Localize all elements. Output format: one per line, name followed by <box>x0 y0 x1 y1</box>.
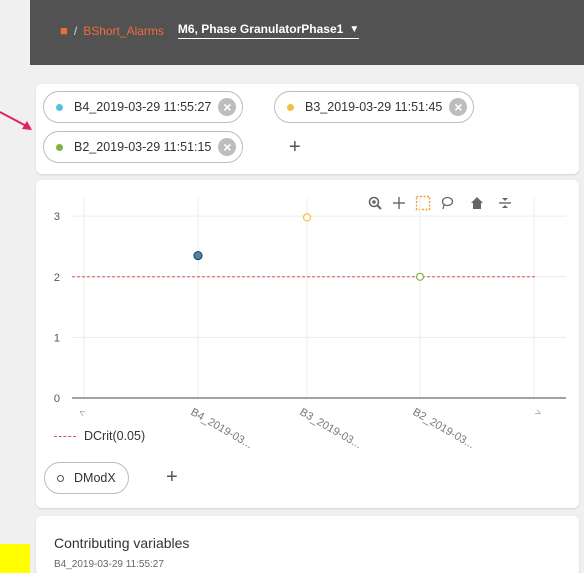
batch-chip-b3[interactable]: B3_2019-03-29 11:51:45 × <box>274 91 475 123</box>
close-icon[interactable]: × <box>218 138 237 156</box>
batch-chip-b2[interactable]: B2_2019-03-29 11:51:15 × <box>43 131 244 163</box>
y-tick-label: 3 <box>54 211 60 223</box>
highlight-marker <box>0 544 30 573</box>
chip-label: B2_2019-03-29 11:51:15 <box>74 140 212 154</box>
series-dot <box>56 103 63 111</box>
batch-filter-panel: B4_2019-03-29 11:55:27 × B3_2019-03-29 1… <box>36 84 579 174</box>
dcrit-legend-swatch <box>54 435 76 437</box>
batch-chip-b4[interactable]: B4_2019-03-29 11:55:27 × <box>43 91 244 123</box>
chart-panel: 0 1 2 3 B4_2019-03... B3_2019-03... B2_2019-03… <box>36 180 579 508</box>
series-chip-label: DModX <box>74 471 116 485</box>
phase-selector[interactable]: M6, Phase GranulatorPhase1 ▼ <box>177 22 360 39</box>
breadcrumb-separator: / <box>73 23 78 38</box>
panel-subtitle: B4_2019-03-29 11:55:27 <box>54 559 164 570</box>
chevron-down-icon: ▼ <box>349 23 360 35</box>
y-tick-label: 2 <box>54 272 60 284</box>
dcrit-legend-label: DCrit(0.05) <box>84 429 146 443</box>
series-marker-icon <box>57 474 64 482</box>
y-tick-label: 0 <box>54 393 60 405</box>
x-tick-edge: > <box>533 407 544 420</box>
add-series-button[interactable]: + <box>166 467 178 487</box>
home-icon[interactable]: ■ <box>60 23 68 38</box>
dmodx-scatter-plot[interactable]: 0 1 2 3 B4_2019-03... B3_2019-03... B2_2019-03… <box>36 180 579 455</box>
top-bar: ■ / BShort_Alarms M6, Phase GranulatorPh… <box>30 0 584 65</box>
panel-title: Contributing variables <box>54 535 190 551</box>
chip-label: B3_2019-03-29 11:51:45 <box>305 100 443 114</box>
phase-label: M6, Phase GranulatorPhase1 <box>177 22 344 36</box>
breadcrumb: ■ / BShort_Alarms M6, Phase GranulatorPh… <box>60 22 360 39</box>
data-point <box>193 250 203 261</box>
contributing-variables-panel: Contributing variables B4_2019-03-29 11:… <box>36 516 579 573</box>
close-icon[interactable]: × <box>449 98 468 116</box>
series-chip-dmodx[interactable]: DModX <box>44 462 129 494</box>
pointer-arrow-icon <box>0 111 32 130</box>
breadcrumb-link[interactable]: BShort_Alarms <box>83 24 164 38</box>
x-tick-label: B4_2019-03... <box>189 406 255 451</box>
chip-label: B4_2019-03-29 11:55:27 <box>74 100 212 114</box>
chart-legend: DCrit(0.05) <box>54 429 145 443</box>
data-point <box>415 272 425 281</box>
close-icon[interactable]: × <box>218 98 237 116</box>
x-tick-label: B3_2019-03... <box>298 406 364 451</box>
add-batch-button[interactable]: + <box>289 137 301 157</box>
data-point <box>302 213 312 222</box>
x-tick-label: B2_2019-03... <box>411 406 477 451</box>
x-tick-edge: < <box>77 407 88 420</box>
series-dot <box>287 103 294 111</box>
series-dot <box>56 143 63 151</box>
y-tick-label: 1 <box>54 332 60 344</box>
